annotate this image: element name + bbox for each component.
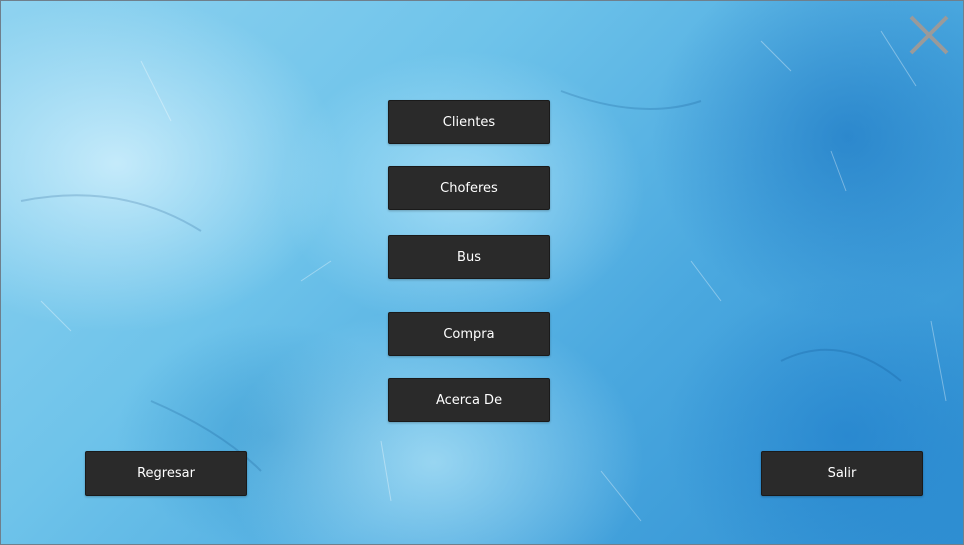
bus-button[interactable]: Bus: [388, 235, 550, 279]
salir-button-label: Salir: [827, 466, 857, 481]
regresar-button-label: Regresar: [137, 466, 195, 481]
bus-button-label: Bus: [457, 249, 481, 265]
choferes-button[interactable]: Choferes: [388, 166, 550, 210]
acerca-de-button-label: Acerca De: [435, 392, 503, 408]
main-window: Clientes Choferes Bus Compra Acerca De R…: [0, 0, 964, 545]
compra-button-label: Compra: [443, 326, 495, 342]
close-button[interactable]: [907, 13, 951, 57]
salir-button[interactable]: Salir: [761, 451, 923, 496]
acerca-de-button[interactable]: Acerca De: [388, 378, 550, 422]
compra-button[interactable]: Compra: [388, 312, 550, 356]
close-icon: [909, 15, 949, 55]
clientes-button[interactable]: Clientes: [388, 100, 550, 144]
clientes-button-label: Clientes: [442, 114, 496, 130]
regresar-button[interactable]: Regresar: [85, 451, 247, 496]
choferes-button-label: Choferes: [440, 180, 498, 196]
